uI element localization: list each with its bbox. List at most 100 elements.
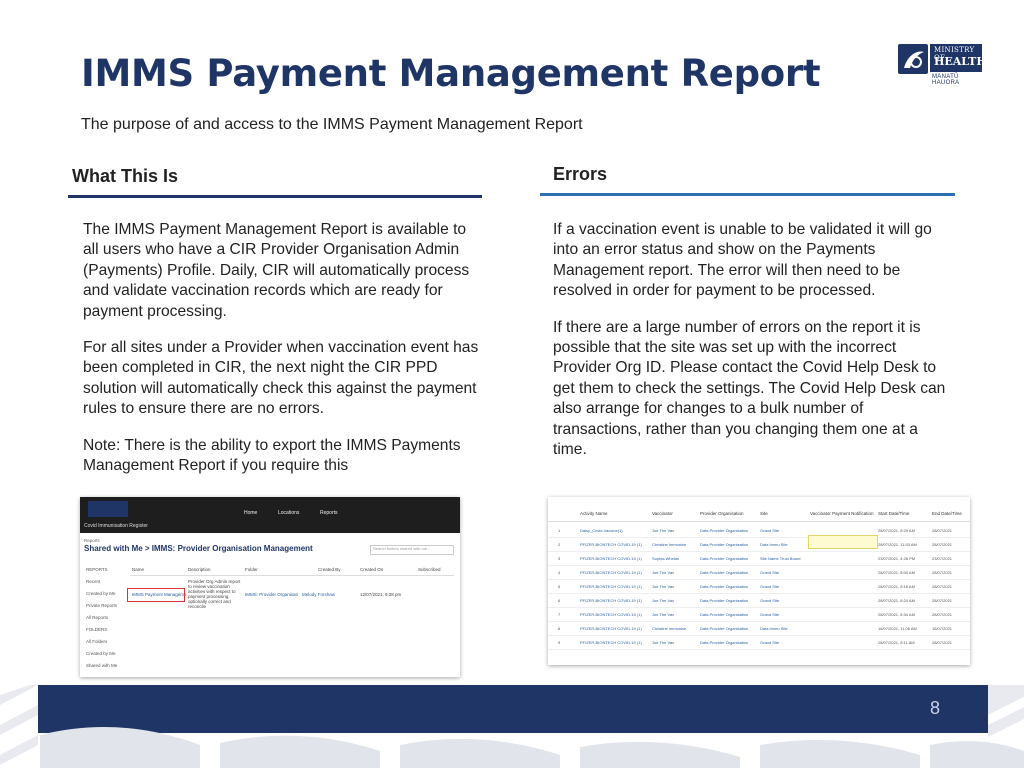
- screenshot-app-name: Covid Immunisation Register: [84, 523, 148, 529]
- table-cell: 23/07/2021: [932, 556, 953, 561]
- table-cell: Data Provider Organisation: [700, 640, 749, 645]
- table-cell: 28/07/2021, 8:16 AM: [878, 584, 915, 589]
- row-number: 5: [558, 584, 561, 589]
- table-cell: Data Immu Site: [760, 626, 788, 631]
- logo-mark-icon: [898, 44, 928, 74]
- table-cell: 16/07/2021, 11:06 AM: [878, 626, 917, 631]
- screenshot-table-header: Name Description Folder Created By Creat…: [130, 567, 454, 576]
- payments-table-screenshot: Activity Name Vaccinator Provider Organi…: [548, 497, 970, 665]
- table-cell: 28/07/2021: [932, 640, 953, 645]
- payments-table-row: 9 PFIZER-BIONTECH COVID-19 (1) Joe The Vax…: [548, 635, 970, 650]
- side-item: REPORTS: [86, 567, 108, 572]
- table-cell: Sophia Whelan: [652, 556, 680, 561]
- table-cell: Data Provider Organisation: [700, 528, 749, 533]
- table-cell: 16/07/2021: [932, 626, 953, 631]
- table-cell: PFIZER-BIONTECH COVID-19 (1): [580, 584, 642, 589]
- row-number: 7: [558, 612, 561, 617]
- left-paragraph-3: Note: There is the ability to export the…: [83, 436, 461, 475]
- table-cell: 28/07/2021: [932, 570, 953, 575]
- payments-table-header: Activity Name Vaccinator Provider Organi…: [548, 505, 970, 522]
- right-column-text: If a vaccination event is unable to be v…: [553, 220, 953, 476]
- row-number: 8: [558, 626, 561, 631]
- table-cell: Data Provider Organisation: [700, 612, 749, 617]
- table-cell: Joe The Vax: [652, 612, 675, 617]
- table-cell: 28/07/2021: [932, 584, 953, 589]
- table-cell: Data Provider Organisation: [700, 584, 749, 589]
- table-cell: Joe The Vax: [652, 584, 675, 589]
- col-payment-notification: Vaccinator Payment Notification: [810, 511, 874, 516]
- logo-line-3: MANATŪ HAUORA: [932, 74, 960, 86]
- left-paragraph-1: The IMMS Payment Management Report is av…: [83, 221, 470, 320]
- col-vaccinator: Vaccinator: [652, 511, 673, 516]
- table-cell: PFIZER-BIONTECH COVID-19 (1): [580, 542, 642, 547]
- row-created-on: 12/07/2021, 9:28 pm: [360, 592, 402, 597]
- table-cell: 28/07/2021, 11:53 AM: [878, 542, 917, 547]
- side-item: Shared with Me: [86, 663, 118, 668]
- table-cell: PFIZER-BIONTECH COVID-19 (1): [580, 612, 642, 617]
- table-cell: Data Provider Organisation: [700, 570, 749, 575]
- col-created-by: Created By: [318, 567, 341, 572]
- table-cell: PFIZER-BIONTECH COVID-19 (1): [580, 626, 642, 631]
- side-item: Private Reports: [86, 603, 118, 608]
- col-activity-name: Activity Name: [580, 511, 608, 516]
- table-cell: Joe The Vax: [652, 528, 675, 533]
- payments-table-row: 6 PFIZER-BIONTECH COVID-19 (1) Joe The Vax…: [548, 593, 970, 608]
- table-cell: PFIZER-BIONTECH COVID-19 (1): [580, 570, 642, 575]
- table-cell: Data Provider Organisation: [700, 598, 749, 603]
- table-cell: 28/07/2021, 8:24 AM: [878, 598, 915, 603]
- left-heading-rule: [68, 195, 482, 198]
- table-cell: Grand Site: [760, 570, 780, 575]
- row-description: Provider Org Admin report to review vacc…: [188, 579, 241, 609]
- payments-table-row: 1 Daisy_Covid-Vaccine(1) Joe The Vax Data P…: [548, 523, 970, 538]
- side-item: All Folders: [86, 639, 108, 644]
- section-heading-errors: Errors: [553, 164, 608, 184]
- left-column-text: The IMMS Payment Management Report is av…: [83, 220, 483, 492]
- col-start-date: Start Date/Time: [878, 511, 910, 516]
- table-cell: Grand Site: [760, 612, 780, 617]
- table-cell: 28/07/2021, 8:11 AM: [878, 640, 915, 645]
- table-cell: PFIZER-BIONTECH COVID-19 (1): [580, 640, 642, 645]
- logo-line-2: HEALTH: [934, 55, 987, 68]
- payments-table-row: 2 PFIZER-BIONTECH COVID-19 (1) Christine I…: [548, 537, 970, 552]
- row-folder: IMMS: Provider Organisati: [245, 592, 298, 597]
- col-folder: Folder: [245, 567, 258, 572]
- section-heading-what-this-is: What This Is: [72, 166, 179, 186]
- row-number: 1: [558, 528, 561, 533]
- row-number: 2: [558, 542, 561, 547]
- right-paragraph-2: If there are a large number of errors on…: [553, 318, 946, 459]
- screenshot-header-bar: Covid Immunisation Register Home Locatio…: [80, 497, 460, 533]
- ministry-of-health-logo: MINISTRY OF HEALTH MANATŪ HAUORA: [898, 44, 987, 86]
- table-cell: Data Provider Organisation: [700, 626, 749, 631]
- table-cell: 28/07/2021, 8:34 AM: [878, 612, 915, 617]
- row-number: 9: [558, 640, 561, 645]
- side-item: All Reports: [86, 615, 109, 620]
- side-item: FOLDERS: [86, 627, 108, 632]
- table-cell: 28/07/2021: [932, 542, 953, 547]
- right-paragraph-1: If a vaccination event is unable to be v…: [553, 221, 932, 300]
- row-number: 4: [558, 570, 561, 575]
- report-highlight-box: [127, 588, 185, 602]
- screenshot-title: Shared with Me > IMMS: Provider Organisa…: [84, 544, 313, 553]
- side-item: Created by Me: [86, 591, 116, 596]
- row-number: 6: [558, 598, 561, 603]
- table-cell: Site Name Trust Board: [760, 556, 801, 561]
- col-subscribed: Subscribed: [418, 567, 441, 572]
- screenshot-nav-locations: Locations: [278, 510, 300, 516]
- screenshot-logo: [88, 501, 128, 517]
- footer-band: [38, 685, 988, 733]
- report-list-screenshot: Covid Immunisation Register Home Locatio…: [80, 497, 460, 677]
- table-cell: Grand Site: [760, 584, 780, 589]
- table-cell: 23/07/2021, 4:28 PM: [878, 556, 916, 561]
- table-cell: Data Provider Organisation: [700, 556, 749, 561]
- screenshot-search: Search folders shared with me...: [370, 545, 454, 555]
- screenshot-breadcrumb: Reports: [84, 538, 100, 543]
- table-cell: Daisy_Covid-Vaccine(1): [580, 528, 623, 533]
- side-item: Created by Me: [86, 651, 116, 656]
- table-cell: 28/07/2021: [932, 598, 953, 603]
- payments-table-row: 5 PFIZER-BIONTECH COVID-19 (1) Joe The Vax…: [548, 579, 970, 594]
- payments-table-row: 4 PFIZER-BIONTECH COVID-19 (1) Joe The Vax…: [548, 565, 970, 580]
- table-cell: Joe The Vax: [652, 640, 675, 645]
- col-name: Name: [132, 567, 145, 572]
- right-heading-rule: [540, 193, 955, 196]
- row-created-by: Melody Forshaw: [302, 592, 336, 597]
